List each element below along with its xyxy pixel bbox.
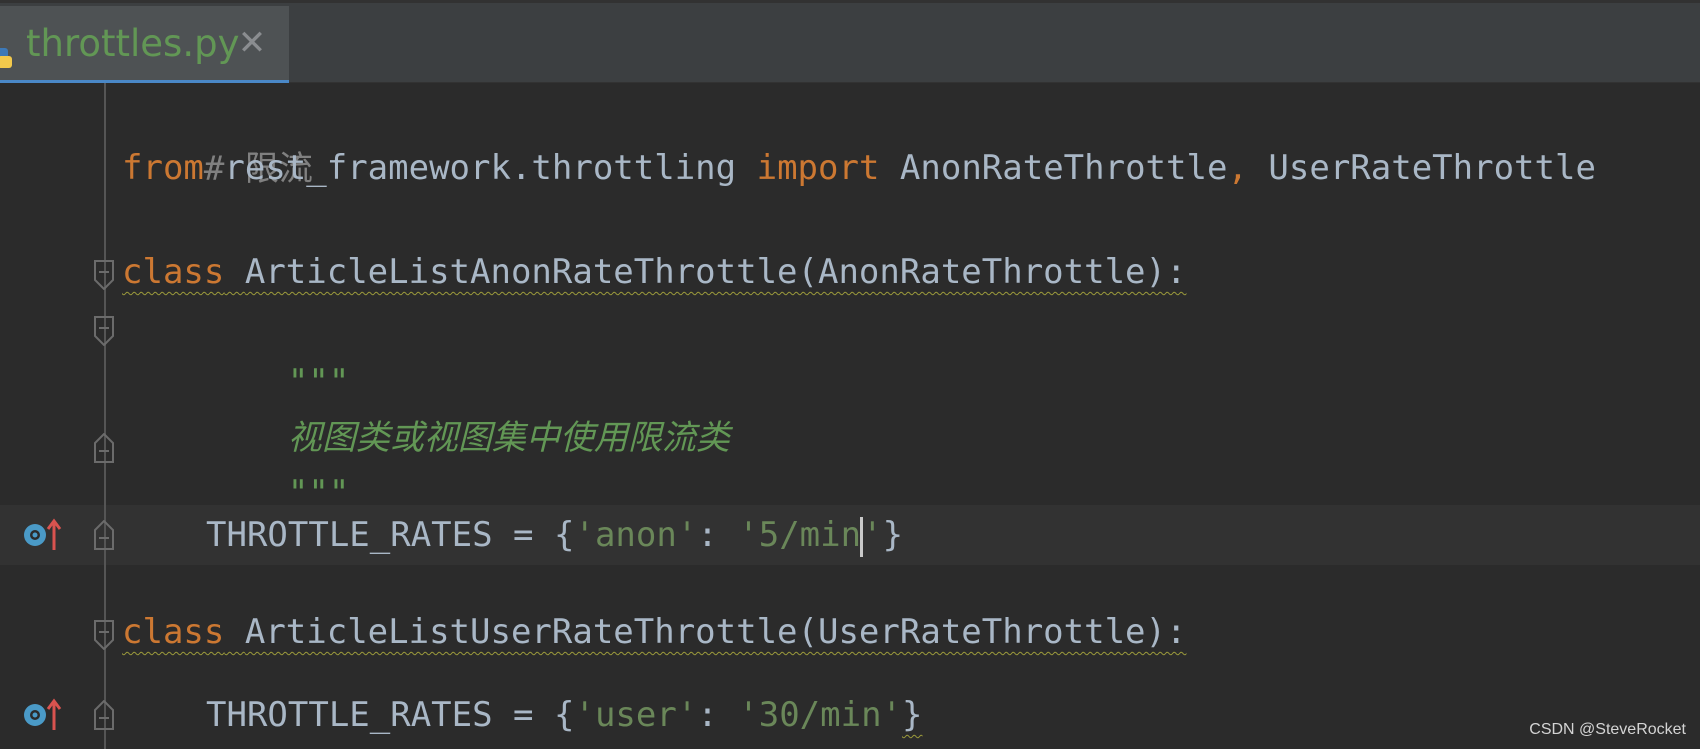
code-editor[interactable]: # 限流 from rest_framework.throttling impo… (0, 83, 1700, 749)
override-method-icon[interactable] (22, 698, 64, 732)
code-line-doc-text: 视图类或视图集中使用限流类 (206, 354, 730, 458)
dict-close-brace: } (882, 515, 904, 555)
tab-label: throttles.py (26, 22, 240, 65)
dict-value: '30/min' (738, 695, 903, 735)
docstring-text: 视图类或视图集中使用限流类 (287, 418, 730, 458)
import-name-1: AnonRateThrottle (899, 148, 1228, 188)
class1-signature: ArticleListAnonRateThrottle(AnonRateThro… (244, 252, 1187, 292)
code-line-class1: class ArticleListAnonRateThrottle(AnonRa… (122, 244, 1186, 300)
keyword-class: class (122, 612, 225, 652)
dict-colon: : (697, 515, 739, 555)
close-icon[interactable]: ✕ (236, 24, 268, 62)
keyword-class: class (122, 252, 225, 292)
fold-marker-icon[interactable] (94, 316, 114, 346)
fold-marker-icon[interactable] (94, 520, 114, 550)
fold-marker-icon[interactable] (94, 700, 114, 730)
dict-value-quote: ' (862, 515, 883, 555)
attr-throttle-rates: THROTTLE_RATES (206, 515, 493, 555)
fold-marker-icon[interactable] (94, 260, 114, 290)
fold-marker-icon[interactable] (94, 620, 114, 650)
code-line-throttle-anon: THROTTLE_RATES = {'anon': '5/min'} (206, 507, 903, 563)
keyword-from: from (122, 148, 204, 188)
editor-tab-bar: throttles.py ✕ (0, 0, 1700, 86)
watermark: CSDN @SteveRocket (1529, 721, 1686, 738)
tab-throttles-py[interactable]: throttles.py ✕ (0, 6, 289, 86)
code-line-doc-open: """ (206, 298, 349, 402)
code-line-doc-close: """ (206, 409, 349, 513)
override-method-icon[interactable] (22, 518, 64, 552)
import-comma: , (1227, 148, 1248, 188)
python-file-icon (0, 48, 12, 68)
dict-value-part: '5/min (738, 515, 862, 555)
dict-key: 'user' (574, 695, 698, 735)
dict-close-brace: } (902, 695, 923, 735)
import-name-2: UserRateThrottle (1268, 148, 1596, 188)
dict-colon: : (697, 695, 739, 735)
attr-throttle-rates: THROTTLE_RATES (206, 695, 493, 735)
dict-key: 'anon' (574, 515, 698, 555)
code-line-comment: # 限流 (122, 85, 313, 189)
code-line-class2: class ArticleListUserRateThrottle(UserRa… (122, 604, 1186, 660)
code-line-throttle-user: THROTTLE_RATES = {'user': '30/min'} (206, 687, 923, 743)
assign-brace: = { (492, 695, 575, 735)
assign-brace: = { (492, 515, 575, 555)
module-name: rest_framework.throttling (224, 148, 737, 188)
fold-marker-icon[interactable] (94, 433, 114, 463)
keyword-import: import (756, 148, 880, 188)
class2-signature: ArticleListUserRateThrottle(UserRateThro… (244, 612, 1187, 652)
code-line-import: from rest_framework.throttling import An… (122, 140, 1596, 196)
